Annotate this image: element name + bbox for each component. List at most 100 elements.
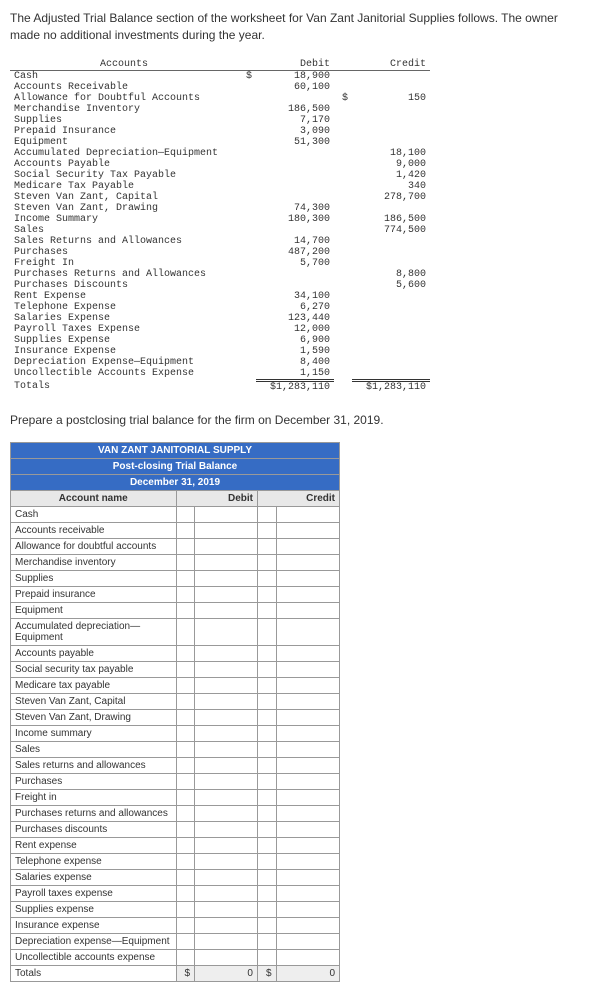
pc-debit-dollar-cell[interactable] [176, 773, 195, 789]
pc-debit-cell[interactable] [195, 693, 258, 709]
pc-credit-cell[interactable] [276, 821, 339, 837]
pc-credit-cell[interactable] [276, 885, 339, 901]
pc-debit-dollar-cell[interactable] [176, 853, 195, 869]
pc-credit-cell[interactable] [276, 618, 339, 645]
pc-credit-cell[interactable] [276, 693, 339, 709]
pc-credit-dollar-cell[interactable] [257, 618, 276, 645]
pc-credit-dollar-cell[interactable] [257, 837, 276, 853]
pc-credit-dollar-cell[interactable] [257, 709, 276, 725]
pc-debit-cell[interactable] [195, 901, 258, 917]
pc-credit-dollar-cell[interactable] [257, 602, 276, 618]
pc-credit-dollar-cell[interactable] [257, 933, 276, 949]
pc-debit-cell[interactable] [195, 773, 258, 789]
pc-debit-dollar-cell[interactable] [176, 741, 195, 757]
pc-credit-cell[interactable] [276, 757, 339, 773]
pc-credit-cell[interactable] [276, 602, 339, 618]
pc-debit-dollar-cell[interactable] [176, 837, 195, 853]
pc-debit-cell[interactable] [195, 933, 258, 949]
pc-credit-dollar-cell[interactable] [257, 570, 276, 586]
pc-credit-cell[interactable] [276, 773, 339, 789]
pc-debit-dollar-cell[interactable] [176, 917, 195, 933]
pc-debit-dollar-cell[interactable] [176, 725, 195, 741]
pc-debit-dollar-cell[interactable] [176, 602, 195, 618]
pc-credit-dollar-cell[interactable] [257, 522, 276, 538]
pc-credit-cell[interactable] [276, 586, 339, 602]
pc-debit-dollar-cell[interactable] [176, 586, 195, 602]
pc-debit-dollar-cell[interactable] [176, 901, 195, 917]
pc-credit-cell[interactable] [276, 725, 339, 741]
pc-credit-dollar-cell[interactable] [257, 789, 276, 805]
pc-credit-cell[interactable] [276, 901, 339, 917]
pc-debit-dollar-cell[interactable] [176, 933, 195, 949]
pc-credit-dollar-cell[interactable] [257, 645, 276, 661]
pc-credit-cell[interactable] [276, 917, 339, 933]
pc-debit-cell[interactable] [195, 949, 258, 965]
pc-credit-cell[interactable] [276, 522, 339, 538]
pc-credit-cell[interactable] [276, 789, 339, 805]
pc-credit-dollar-cell[interactable] [257, 901, 276, 917]
pc-credit-dollar-cell[interactable] [257, 506, 276, 522]
pc-debit-dollar-cell[interactable] [176, 789, 195, 805]
pc-debit-dollar-cell[interactable] [176, 618, 195, 645]
pc-debit-cell[interactable] [195, 677, 258, 693]
pc-debit-dollar-cell[interactable] [176, 869, 195, 885]
pc-debit-cell[interactable] [195, 885, 258, 901]
pc-credit-cell[interactable] [276, 570, 339, 586]
pc-debit-cell[interactable] [195, 821, 258, 837]
pc-credit-cell[interactable] [276, 869, 339, 885]
pc-credit-dollar-cell[interactable] [257, 757, 276, 773]
pc-debit-cell[interactable] [195, 853, 258, 869]
pc-debit-dollar-cell[interactable] [176, 554, 195, 570]
pc-credit-dollar-cell[interactable] [257, 554, 276, 570]
pc-credit-dollar-cell[interactable] [257, 949, 276, 965]
pc-debit-dollar-cell[interactable] [176, 757, 195, 773]
pc-credit-cell[interactable] [276, 538, 339, 554]
pc-debit-cell[interactable] [195, 661, 258, 677]
pc-debit-dollar-cell[interactable] [176, 949, 195, 965]
pc-debit-dollar-cell[interactable] [176, 805, 195, 821]
pc-debit-cell[interactable] [195, 805, 258, 821]
pc-debit-cell[interactable] [195, 725, 258, 741]
pc-credit-dollar-cell[interactable] [257, 853, 276, 869]
pc-debit-dollar-cell[interactable] [176, 522, 195, 538]
pc-credit-dollar-cell[interactable] [257, 677, 276, 693]
pc-credit-dollar-cell[interactable] [257, 869, 276, 885]
pc-credit-dollar-cell[interactable] [257, 661, 276, 677]
pc-credit-cell[interactable] [276, 554, 339, 570]
pc-debit-cell[interactable] [195, 917, 258, 933]
pc-credit-cell[interactable] [276, 709, 339, 725]
pc-debit-cell[interactable] [195, 789, 258, 805]
pc-credit-cell[interactable] [276, 677, 339, 693]
pc-credit-dollar-cell[interactable] [257, 917, 276, 933]
pc-debit-dollar-cell[interactable] [176, 885, 195, 901]
pc-debit-dollar-cell[interactable] [176, 709, 195, 725]
pc-debit-cell[interactable] [195, 586, 258, 602]
pc-credit-dollar-cell[interactable] [257, 821, 276, 837]
pc-credit-cell[interactable] [276, 933, 339, 949]
pc-debit-dollar-cell[interactable] [176, 661, 195, 677]
pc-credit-cell[interactable] [276, 506, 339, 522]
pc-debit-cell[interactable] [195, 741, 258, 757]
pc-credit-cell[interactable] [276, 645, 339, 661]
pc-credit-dollar-cell[interactable] [257, 773, 276, 789]
pc-debit-cell[interactable] [195, 757, 258, 773]
pc-debit-dollar-cell[interactable] [176, 506, 195, 522]
pc-debit-dollar-cell[interactable] [176, 538, 195, 554]
pc-debit-cell[interactable] [195, 522, 258, 538]
pc-debit-cell[interactable] [195, 709, 258, 725]
pc-debit-dollar-cell[interactable] [176, 821, 195, 837]
pc-credit-dollar-cell[interactable] [257, 538, 276, 554]
pc-debit-cell[interactable] [195, 506, 258, 522]
pc-credit-cell[interactable] [276, 853, 339, 869]
pc-credit-cell[interactable] [276, 837, 339, 853]
pc-debit-cell[interactable] [195, 538, 258, 554]
pc-debit-cell[interactable] [195, 570, 258, 586]
pc-debit-cell[interactable] [195, 837, 258, 853]
pc-debit-cell[interactable] [195, 602, 258, 618]
pc-debit-dollar-cell[interactable] [176, 677, 195, 693]
pc-credit-cell[interactable] [276, 805, 339, 821]
pc-credit-dollar-cell[interactable] [257, 885, 276, 901]
pc-credit-dollar-cell[interactable] [257, 693, 276, 709]
pc-credit-cell[interactable] [276, 741, 339, 757]
pc-credit-cell[interactable] [276, 949, 339, 965]
